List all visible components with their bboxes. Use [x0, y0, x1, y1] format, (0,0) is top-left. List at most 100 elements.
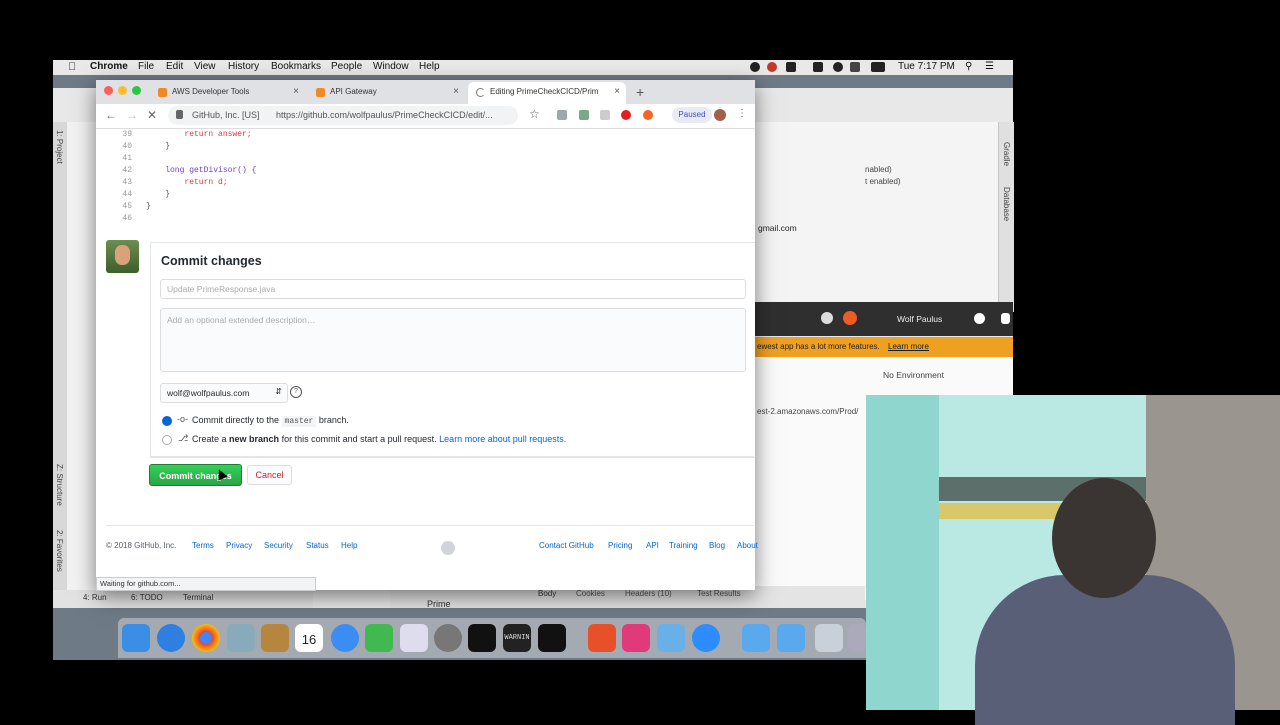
- wifi-icon[interactable]: [850, 62, 860, 72]
- postman-tests-tab[interactable]: Test Results: [697, 589, 741, 598]
- extension-close-icon[interactable]: [643, 110, 653, 120]
- commit-description-input[interactable]: Add an optional extended description…: [160, 308, 746, 372]
- bell-icon[interactable]: [1001, 313, 1010, 324]
- github-logo-icon[interactable]: [441, 541, 455, 555]
- footer-privacy-link[interactable]: Privacy: [226, 541, 252, 550]
- footer-terms-link[interactable]: Terms: [192, 541, 214, 550]
- documents-stack-icon[interactable]: [815, 624, 843, 652]
- footer-blog-link[interactable]: Blog: [709, 541, 725, 550]
- system-preferences-icon[interactable]: [434, 624, 462, 652]
- commit-direct-radio[interactable]: [162, 416, 172, 426]
- activity-monitor-icon[interactable]: [468, 624, 496, 652]
- footer-status-link[interactable]: Status: [306, 541, 329, 550]
- footer-pricing-link[interactable]: Pricing: [608, 541, 632, 550]
- postman-icon[interactable]: [588, 624, 616, 652]
- new-branch-radio[interactable]: [162, 435, 172, 445]
- terminal-icon[interactable]: [538, 624, 566, 652]
- menu-history[interactable]: History: [228, 61, 259, 72]
- back-icon[interactable]: ←: [105, 108, 117, 122]
- extension-puzzle-icon[interactable]: [579, 110, 589, 120]
- help-icon[interactable]: ?: [290, 386, 302, 398]
- dropbox-icon[interactable]: [786, 62, 796, 72]
- footer-training-link[interactable]: Training: [669, 541, 698, 550]
- postman-request-name[interactable]: Prime: [427, 599, 451, 609]
- satellite-icon[interactable]: [821, 312, 833, 324]
- address-bar[interactable]: GitHub, Inc. [US] https://github.com/wol…: [168, 106, 518, 125]
- menu-edit[interactable]: Edit: [166, 61, 183, 72]
- console-icon[interactable]: WARNIN: [503, 624, 531, 652]
- timemachine-icon[interactable]: [833, 62, 843, 72]
- apple-menu-icon[interactable]: : [68, 61, 76, 73]
- downloads-folder-icon[interactable]: [777, 624, 805, 652]
- extension-qr-icon[interactable]: [557, 110, 567, 120]
- trash-icon[interactable]: [848, 624, 866, 652]
- stop-loading-icon[interactable]: ✕: [147, 108, 157, 122]
- profile-avatar[interactable]: [714, 109, 726, 121]
- minimize-window-icon[interactable]: [118, 86, 127, 95]
- menu-clock[interactable]: Tue 7:17 PM: [898, 61, 955, 72]
- messages-icon[interactable]: [331, 624, 359, 652]
- spotlight-icon[interactable]: ⚲: [965, 61, 972, 72]
- postman-headers-tab[interactable]: Headers (10): [625, 589, 672, 598]
- menu-view[interactable]: View: [194, 61, 216, 72]
- forward-icon[interactable]: →: [126, 108, 138, 122]
- lock-icon[interactable]: [176, 110, 183, 119]
- keynote-icon[interactable]: [657, 624, 685, 652]
- airplay-icon[interactable]: [813, 62, 823, 72]
- commit-changes-button[interactable]: Commit changes: [149, 464, 242, 486]
- menu-people[interactable]: People: [331, 61, 362, 72]
- ide-run-tab[interactable]: 4: Run: [83, 593, 107, 602]
- more-menu-icon[interactable]: ⋮: [737, 108, 747, 119]
- close-tab-icon[interactable]: ×: [453, 86, 459, 97]
- calendar-icon[interactable]: 16: [295, 624, 323, 652]
- adblock-icon[interactable]: [621, 110, 631, 120]
- footer-about-link[interactable]: About: [737, 541, 758, 550]
- commit-summary-input[interactable]: Update PrimeResponse.java: [160, 279, 746, 299]
- cancel-button[interactable]: Cancel: [247, 465, 292, 485]
- battery-icon[interactable]: [871, 62, 885, 72]
- code-editor[interactable]: 39 return answer; 40 } 41 42 long getDiv…: [106, 128, 754, 228]
- tab-editing-primecheck[interactable]: Editing PrimeCheckCICD/Prim ×: [468, 82, 626, 104]
- postman-learn-more[interactable]: Learn more: [888, 342, 929, 351]
- intellij-icon[interactable]: [622, 624, 650, 652]
- footer-api-link[interactable]: API: [646, 541, 659, 550]
- menu-file[interactable]: File: [138, 61, 154, 72]
- settings-icon[interactable]: [974, 313, 985, 324]
- menu-bookmarks[interactable]: Bookmarks: [271, 61, 321, 72]
- ide-structure-tab[interactable]: Z: Structure: [55, 464, 64, 506]
- learn-more-pr-link[interactable]: Learn more about pull requests.: [439, 434, 566, 444]
- author-email-select[interactable]: wolf@wolfpaulus.com ⇵: [160, 383, 288, 403]
- zoom-icon[interactable]: [692, 624, 720, 652]
- footer-help-link[interactable]: Help: [341, 541, 357, 550]
- record-icon[interactable]: [750, 62, 760, 72]
- contacts-icon[interactable]: [261, 624, 289, 652]
- close-window-icon[interactable]: [104, 86, 113, 95]
- folder-icon[interactable]: [742, 624, 770, 652]
- ide-todo-tab[interactable]: 6: TODO: [131, 593, 163, 602]
- ide-gradle-tab[interactable]: Gradle: [1002, 142, 1011, 166]
- postman-cookies-tab[interactable]: Cookies: [576, 589, 605, 598]
- close-tab-icon[interactable]: ×: [614, 86, 620, 97]
- postman-environment[interactable]: No Environment: [883, 370, 944, 380]
- ide-database-tab[interactable]: Database: [1002, 187, 1011, 221]
- postman-user[interactable]: Wolf Paulus: [897, 314, 942, 324]
- tab-aws-developer-tools[interactable]: AWS Developer Tools ×: [150, 82, 305, 104]
- bookmark-star-icon[interactable]: ☆: [529, 107, 540, 121]
- facetime-icon[interactable]: [365, 624, 393, 652]
- sync-icon[interactable]: [843, 311, 857, 325]
- menu-app-name[interactable]: Chrome: [90, 61, 128, 72]
- tab-api-gateway[interactable]: API Gateway ×: [308, 82, 465, 104]
- chrome-icon[interactable]: [192, 624, 220, 652]
- menu-window[interactable]: Window: [373, 61, 409, 72]
- ide-favorites-tab[interactable]: 2: Favorites: [55, 530, 64, 572]
- extension-cast-icon[interactable]: [600, 110, 610, 120]
- close-tab-icon[interactable]: ×: [293, 86, 299, 97]
- footer-contact-link[interactable]: Contact GitHub: [539, 541, 594, 550]
- zoom-window-icon[interactable]: [132, 86, 141, 95]
- ide-terminal-tab[interactable]: Terminal: [183, 593, 213, 602]
- ide-project-tab[interactable]: 1: Project: [55, 130, 64, 164]
- safari-icon[interactable]: [157, 624, 185, 652]
- finder-icon[interactable]: [122, 624, 150, 652]
- new-tab-icon[interactable]: +: [636, 84, 644, 100]
- postman-body-tab[interactable]: Body: [538, 589, 556, 598]
